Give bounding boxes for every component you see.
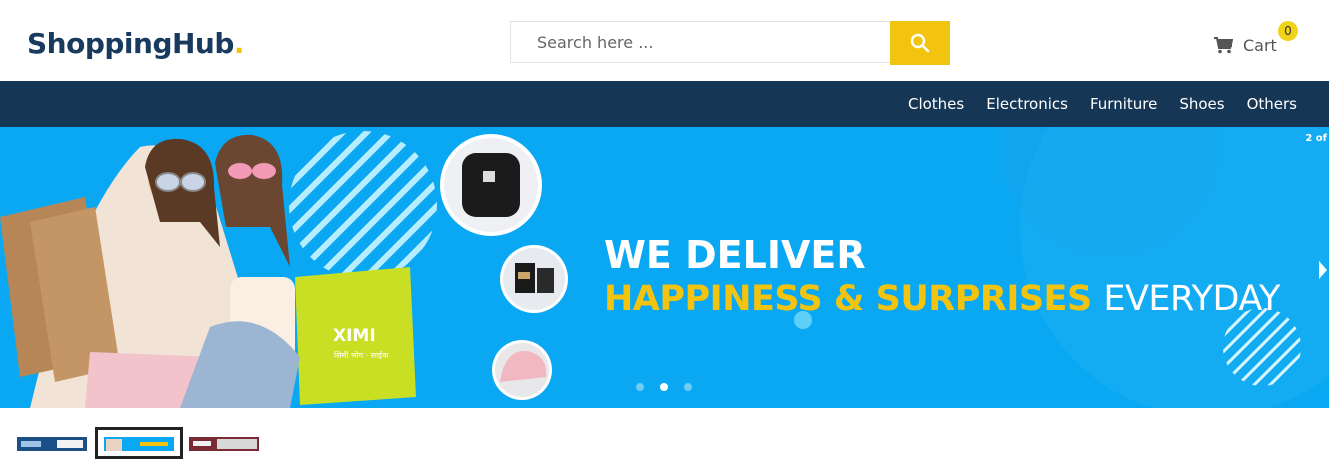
carousel-dot-3[interactable] (684, 383, 692, 391)
nav-item-electronics[interactable]: Electronics (986, 95, 1068, 113)
bag-logo-subtext: सिमी भोग · साईक (334, 351, 389, 360)
nav-item-clothes[interactable]: Clothes (908, 95, 964, 113)
search-bar (510, 21, 950, 65)
hero-carousel[interactable]: WE DELIVER HAPPINESS & SURPRISES EVERYDA… (0, 127, 1329, 408)
cart-count-badge: 0 (1278, 21, 1298, 41)
brand-name: ShoppingHub (27, 27, 234, 60)
brand-dot: . (233, 27, 245, 60)
next-slide-arrow-icon[interactable] (1319, 261, 1327, 279)
category-nav: Clothes Electronics Furniture Shoes Othe… (0, 81, 1329, 127)
thumbnail-image (104, 437, 174, 451)
slide-counter: 2 of (1305, 133, 1327, 144)
slide-2-thumbnail[interactable] (95, 427, 183, 459)
carousel-thumbnails (0, 408, 1329, 467)
brand-logo[interactable]: ShoppingHub. (27, 27, 245, 60)
nav-item-shoes[interactable]: Shoes (1179, 95, 1224, 113)
bag-logo-text: XIMI (333, 326, 376, 346)
cart-icon (1214, 36, 1233, 53)
site-header: ShoppingHub. Cart 0 (0, 3, 1329, 81)
banner-headline-line1: WE DELIVER (604, 233, 866, 277)
cart-link[interactable]: Cart (1214, 33, 1277, 57)
cart-label: Cart (1243, 35, 1277, 55)
thumbnail-image (17, 437, 87, 451)
search-input[interactable] (510, 21, 890, 63)
slide-3-thumbnail[interactable] (189, 436, 259, 451)
nav-item-furniture[interactable]: Furniture (1090, 95, 1157, 113)
slide-1-thumbnail[interactable] (17, 436, 87, 451)
carousel-dot-1[interactable] (636, 383, 644, 391)
banner-headline-highlight: HAPPINESS & SURPRISES (604, 279, 1092, 319)
carousel-dot-2[interactable] (660, 383, 668, 391)
thumbnail-image (189, 437, 259, 451)
search-button[interactable] (890, 21, 950, 65)
nav-item-others[interactable]: Others (1247, 95, 1297, 113)
banner-headline-tail: EVERYDAY (1103, 279, 1280, 319)
carousel-indicators (636, 383, 708, 391)
banner-headline-line2: HAPPINESS & SURPRISES EVERYDAY (604, 279, 1280, 319)
search-icon (910, 33, 930, 53)
